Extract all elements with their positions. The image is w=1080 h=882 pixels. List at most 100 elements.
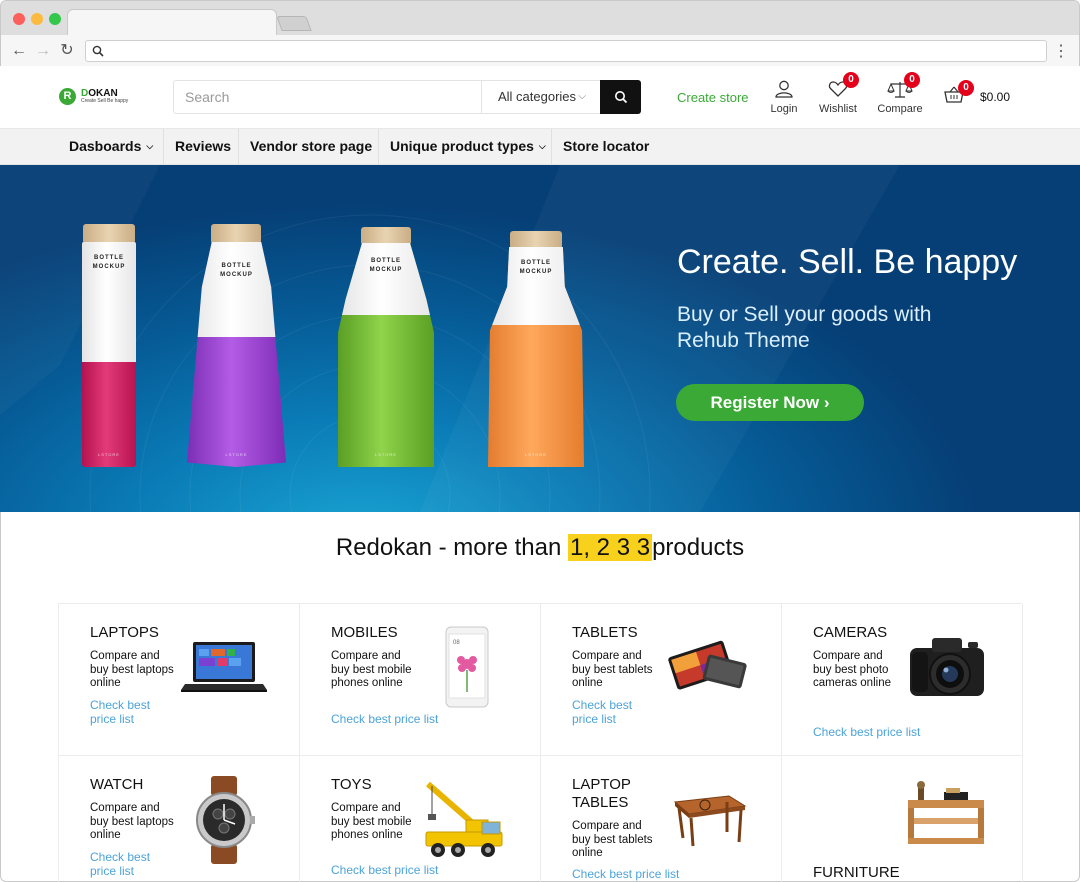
mobile-phone-image: 08 (445, 626, 489, 708)
chevron-down-icon: ⌵ (146, 141, 154, 151)
bottle-green-image: BOTTLE MOCKUP LSTORE (338, 227, 434, 467)
register-now-button[interactable]: Register Now › (676, 384, 864, 421)
category-title: MOBILES (331, 624, 398, 641)
products-heading: Redokan - more than 1, 2 3 3products (335, 534, 745, 561)
category-description: Compare and buy best tablets online (572, 650, 653, 689)
menu-item-label: Reviews (175, 138, 232, 154)
category-title: WATCH (90, 776, 144, 793)
watch-image (196, 776, 255, 864)
category-card-furniture[interactable]: FURNITURE (782, 756, 1023, 882)
hero-subtitle: Buy or Sell your goods with Rehub Theme (677, 303, 932, 352)
furniture-image (908, 781, 984, 844)
category-description: Compare and buy best tablets online (572, 820, 653, 859)
chevron-down-icon: ⌵ (538, 141, 546, 151)
category-description: Compare and buy best mobile phones onlin… (331, 802, 412, 841)
logo-tagline: Create Sell Be happy (81, 98, 129, 104)
login-button[interactable]: Login (768, 80, 800, 115)
site-logo[interactable]: R DOKAN Create Sell Be happy (59, 88, 128, 105)
close-window-button[interactable] (13, 13, 25, 25)
bottle-orange-image: BOTTLE MOCKUP LSTORE (488, 231, 584, 467)
new-tab-button[interactable] (276, 16, 312, 31)
check-price-link[interactable]: Check best price list (90, 850, 160, 878)
search-button[interactable] (600, 80, 641, 114)
menu-item-reviews[interactable]: Reviews (163, 129, 242, 164)
category-title: TOYS (331, 776, 372, 793)
check-price-link[interactable]: Check best price list (90, 698, 160, 726)
category-card-watch[interactable]: WATCH Compare and buy best laptops onlin… (59, 756, 300, 882)
category-card-laptop-tables[interactable]: LAPTOP TABLES Compare and buy best table… (541, 756, 782, 882)
compare-label: Compare (877, 103, 923, 115)
menu-item-store-locator[interactable]: Store locator (551, 129, 660, 164)
svg-text:08: 08 (453, 640, 460, 646)
search-form: All categories ⌵ (173, 80, 641, 114)
check-price-link[interactable]: Check best price list (813, 725, 920, 739)
category-select[interactable]: All categories ⌵ (481, 81, 600, 113)
menu-item-label: Unique product types (390, 138, 534, 154)
product-count-highlight: 1, 2 3 3 (568, 534, 653, 561)
search-icon (92, 45, 104, 57)
hero-banner: BOTTLE MOCKUP LSTORE BOTTLE MOCKUP LSTORE … (0, 165, 1080, 512)
laptop-image (181, 642, 267, 692)
category-grid: LAPTOPS Compare and buy best laptops onl… (58, 603, 1023, 882)
cart-count-badge: 0 (958, 80, 974, 96)
category-card-tablets[interactable]: TABLETS Compare and buy best tablets onl… (541, 604, 782, 756)
back-arrow-icon[interactable]: ← (9, 41, 29, 61)
browser-toolbar: ← → ↻ ⋮ (1, 35, 1079, 67)
category-card-laptops[interactable]: LAPTOPS Compare and buy best laptops onl… (59, 604, 300, 756)
menu-item-label: Store locator (563, 138, 650, 154)
search-input[interactable] (174, 81, 481, 113)
category-description: Compare and buy best mobile phones onlin… (331, 650, 412, 689)
login-label: Login (770, 103, 798, 115)
register-now-label: Register Now (710, 393, 820, 412)
compare-count-badge: 0 (904, 72, 920, 88)
category-select-value: All categories (498, 89, 577, 104)
category-description: Compare and buy best laptops online (90, 650, 174, 689)
wishlist-label: Wishlist (819, 103, 857, 115)
menu-item-vendor-store-page[interactable]: Vendor store page (238, 129, 383, 164)
chevron-right-icon: › (823, 393, 830, 412)
tablet-image (668, 640, 747, 690)
menu-item-label: Vendor store page (250, 138, 373, 154)
category-title: LAPTOP TABLES (572, 776, 631, 811)
reload-icon[interactable]: ↻ (57, 41, 77, 61)
category-card-mobiles[interactable]: MOBILES Compare and buy best mobile phon… (300, 604, 541, 756)
cart-button[interactable]: 0 (942, 80, 974, 107)
check-price-link[interactable]: Check best price list (331, 712, 438, 726)
category-card-toys[interactable]: TOYS Compare and buy best mobile phones … (300, 756, 541, 882)
category-title: LAPTOPS (90, 624, 159, 641)
minimize-window-button[interactable] (31, 13, 43, 25)
camera-image (910, 638, 984, 696)
bottle-pink-image: BOTTLE MOCKUP LSTORE (82, 224, 136, 467)
category-card-cameras[interactable]: CAMERAS Compare and buy best photo camer… (782, 604, 1023, 756)
bottle-purple-image: BOTTLE MOCKUP LSTORE (187, 224, 286, 467)
wishlist-button[interactable]: Wishlist 0 (817, 72, 859, 115)
site-header: R DOKAN Create Sell Be happy All categor… (0, 66, 1080, 128)
browser-tab-active[interactable] (67, 9, 277, 36)
browser-menu-icon[interactable]: ⋮ (1053, 41, 1069, 61)
user-icon (775, 80, 793, 98)
logo-badge: R (59, 88, 76, 105)
wishlist-count-badge: 0 (843, 72, 859, 88)
menu-item-dashboards[interactable]: Dasboards ⌵ (58, 129, 164, 164)
maximize-window-button[interactable] (49, 13, 61, 25)
create-store-link[interactable]: Create store (677, 90, 749, 105)
browser-titlebar (1, 1, 1079, 36)
check-price-link[interactable]: Check best price list (572, 698, 642, 726)
compare-button[interactable]: Compare 0 (876, 72, 924, 115)
forward-arrow-icon[interactable]: → (33, 41, 53, 61)
menu-item-label: Dasboards (69, 138, 142, 154)
category-title: FURNITURE (813, 864, 900, 881)
chevron-down-icon: ⌵ (578, 91, 586, 102)
category-title: CAMERAS (813, 624, 888, 641)
category-title: TABLETS (572, 624, 638, 641)
category-description: Compare and buy best photo cameras onlin… (813, 650, 891, 689)
menu-item-unique-product-types[interactable]: Unique product types ⌵ (378, 129, 557, 164)
cart-total[interactable]: $0.00 (980, 90, 1010, 104)
address-bar[interactable] (85, 40, 1047, 62)
main-menu: Dasboards ⌵ Reviews Vendor store page Uni… (0, 128, 1080, 165)
check-price-link[interactable]: Check best price list (572, 867, 679, 881)
check-price-link[interactable]: Check best price list (331, 863, 438, 877)
search-icon (614, 91, 627, 104)
hero-title: Create. Sell. Be happy (677, 243, 1018, 281)
laptop-table-image (673, 795, 747, 847)
